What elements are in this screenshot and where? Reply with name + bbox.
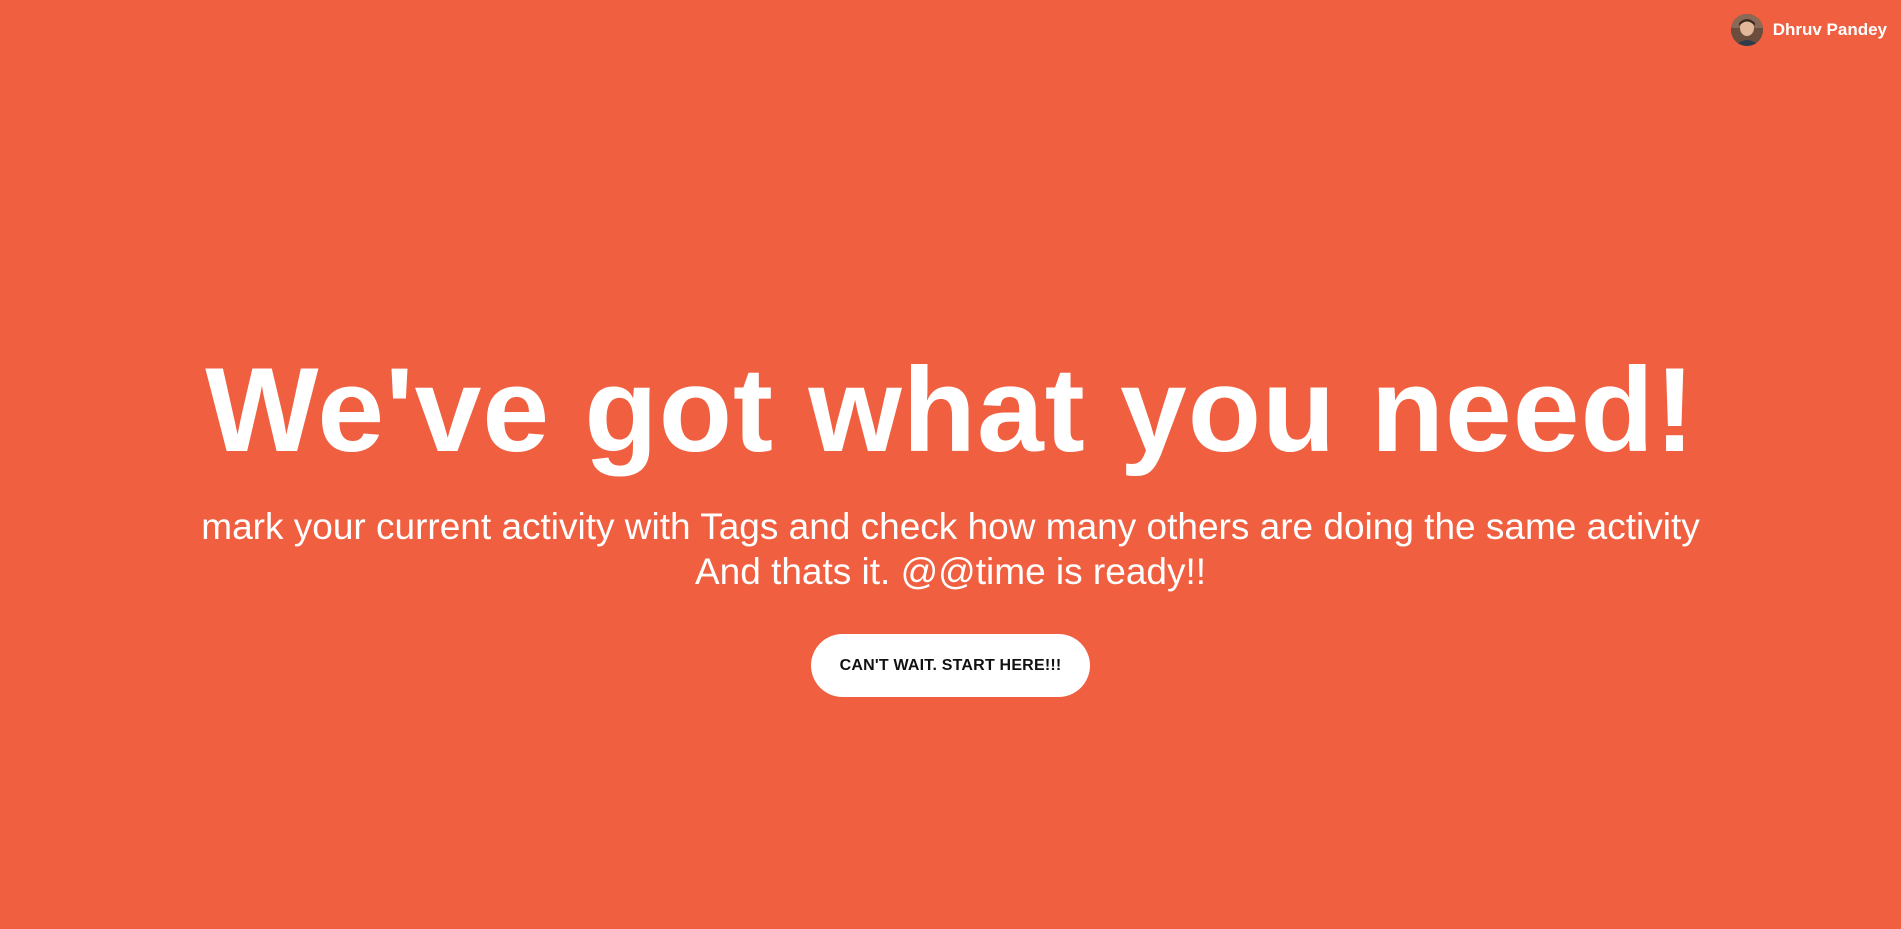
user-name[interactable]: Dhruv Pandey [1773,20,1887,40]
hero-subtitle-line-2: And thats it. @@time is ready!! [694,551,1207,592]
hero-subtitle-line-1: mark your current activity with Tags and… [201,506,1700,547]
user-menu[interactable]: Dhruv Pandey [1730,14,1887,46]
hero-title: We've got what you need! [205,343,1696,477]
hero-section: We've got what you need! mark your curre… [0,340,1901,697]
user-avatar-icon[interactable] [1730,14,1763,46]
hero-subtitle: mark your current activity with Tags and… [0,504,1901,594]
start-button[interactable]: CAN'T WAIT. START HERE!!! [810,634,1091,697]
